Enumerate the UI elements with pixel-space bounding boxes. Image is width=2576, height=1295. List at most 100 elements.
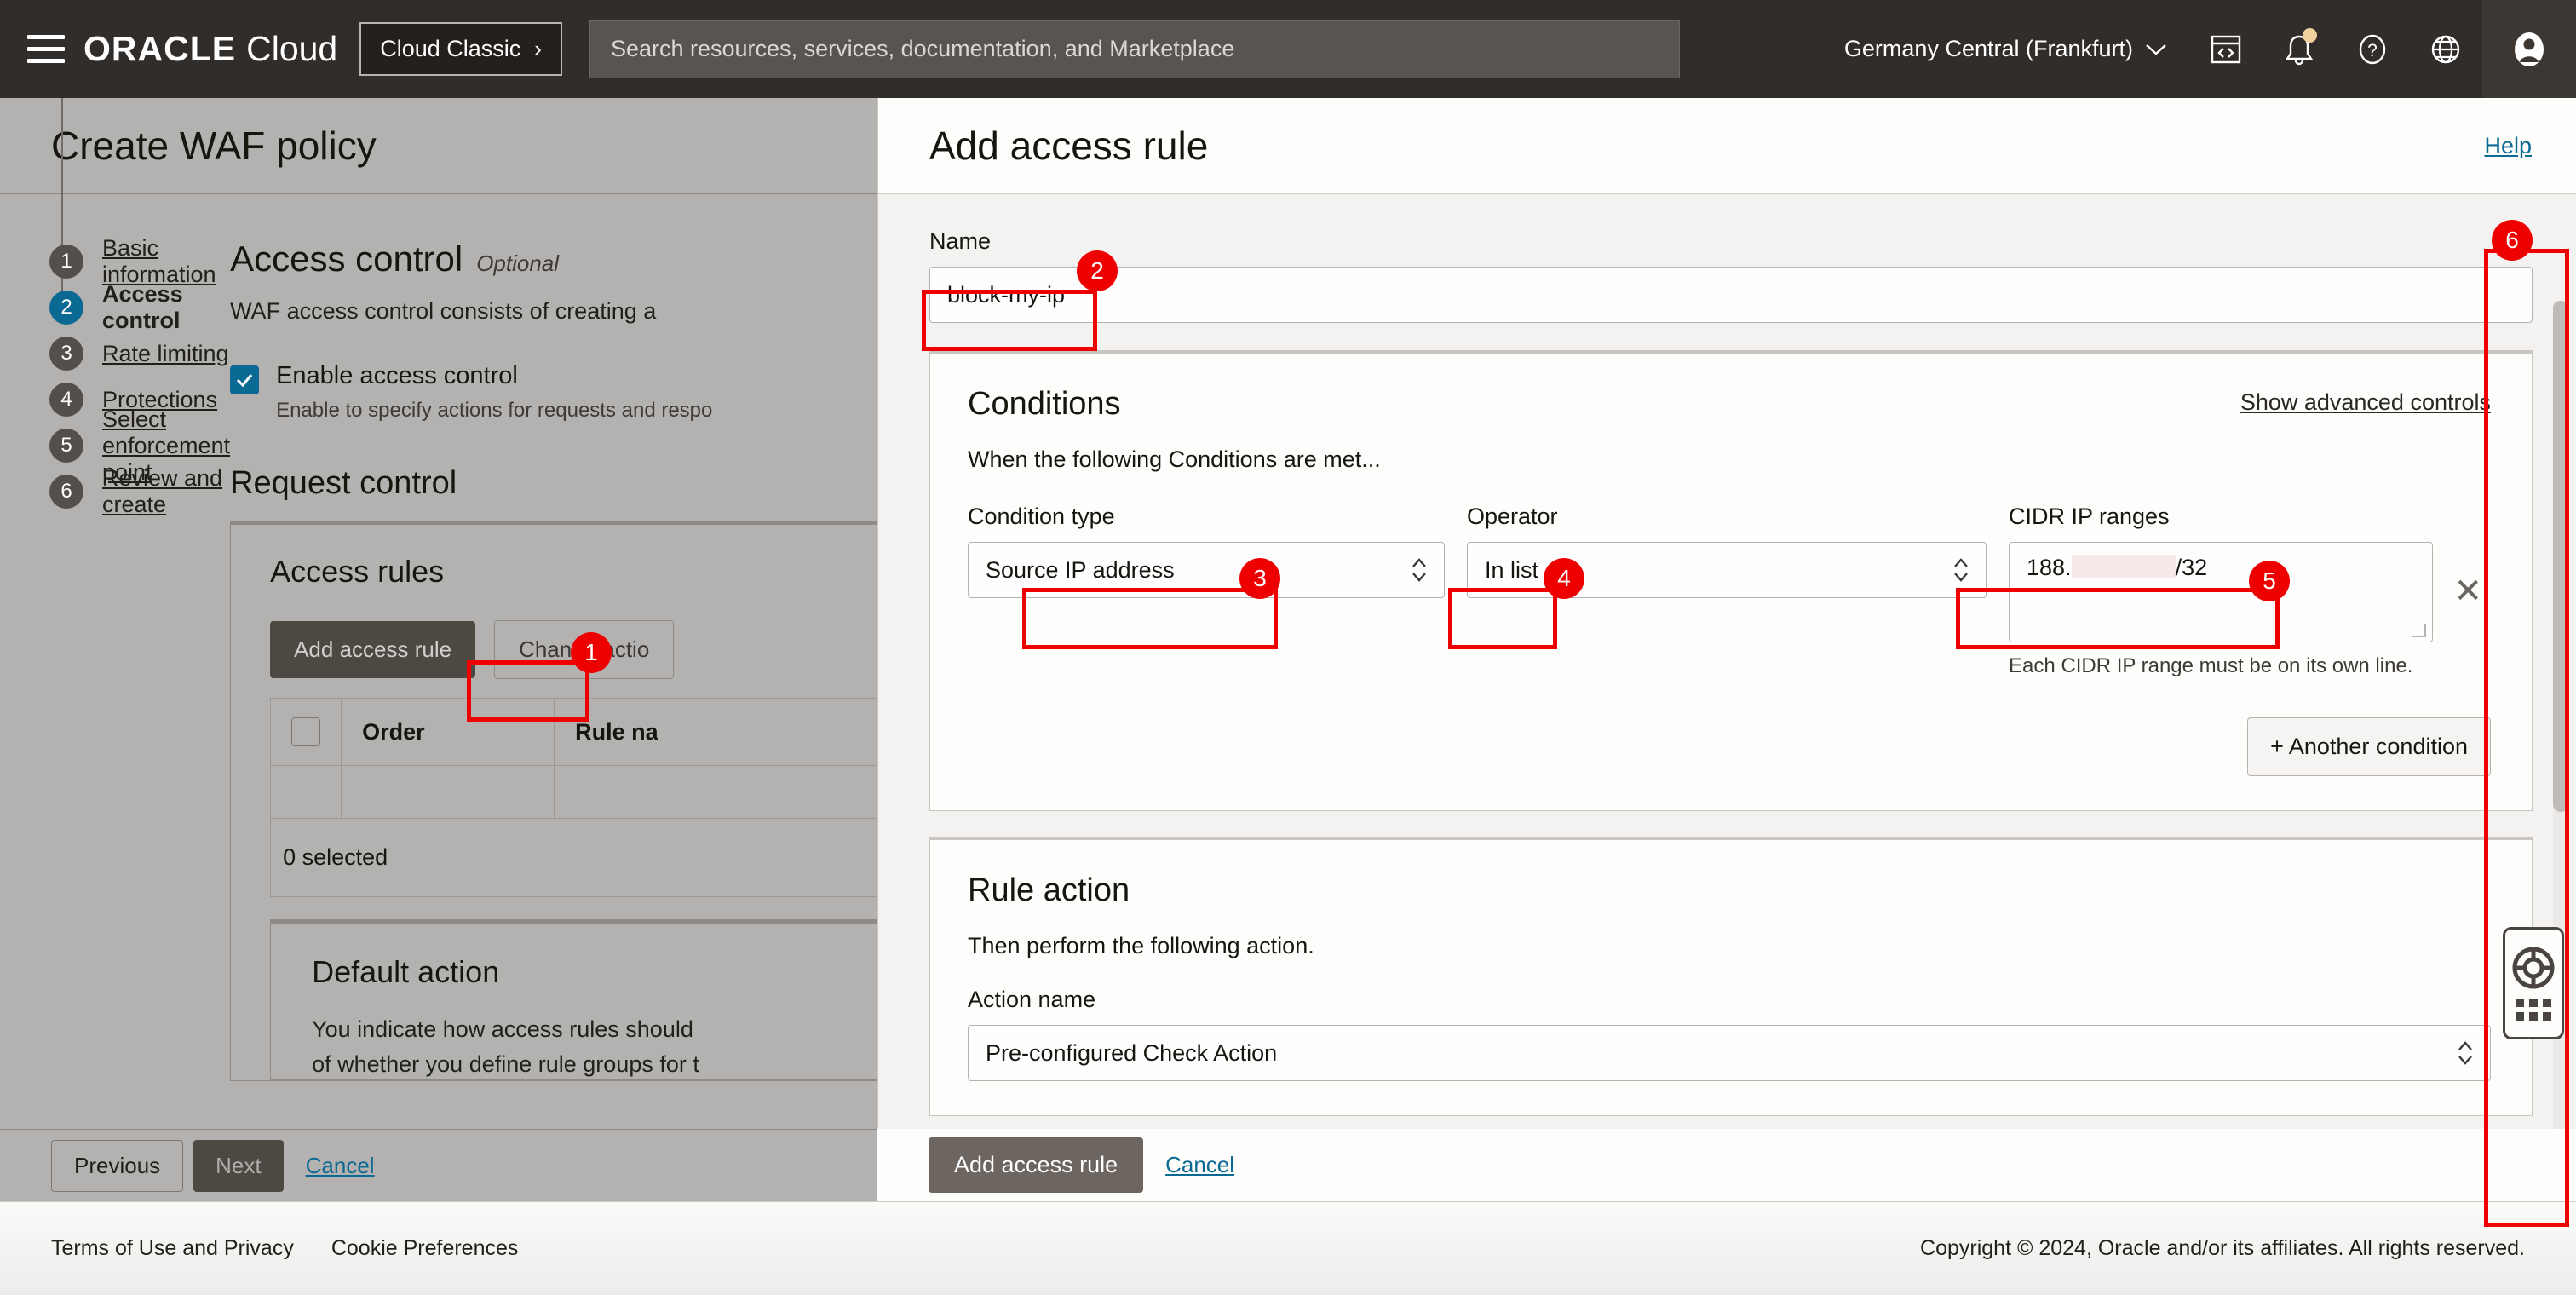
page-header: Create WAF policy [0,98,877,194]
select-all-header [270,698,342,767]
user-avatar-icon[interactable] [2482,0,2576,98]
operator-value: In list [1485,556,1539,583]
annotation-badge-4: 4 [1544,558,1584,599]
help-question-icon[interactable]: ? [2336,0,2409,98]
next-button[interactable]: Next [193,1139,284,1192]
annotation-badge-1: 1 [571,632,612,673]
region-selector[interactable]: Germany Central (Frankfurt) [1822,36,2189,62]
oracle-wordmark: ORACLE [83,29,237,68]
wizard-action-bar: Previous Next Cancel [0,1129,877,1201]
cidr-prefix: 188. [2027,555,2072,580]
rule-action-title: Rule action [968,872,1130,908]
annotation-badge-6: 6 [2492,220,2533,261]
step-label-basic-information[interactable]: Basic information [102,235,230,288]
step-number-4: 4 [49,383,83,417]
add-access-rule-dialog: Add access rule Help Name Conditions Sho… [877,98,2576,1295]
terms-link[interactable]: Terms of Use and Privacy [51,1236,294,1261]
submit-add-access-rule-button[interactable]: Add access rule [929,1137,1144,1193]
region-label: Germany Central (Frankfurt) [1843,36,2133,61]
redacted-ip-block [2071,555,2176,578]
operator-label: Operator [1467,504,1558,529]
condition-type-group: Condition type Source IP address [968,504,1445,598]
another-condition-row: + Another condition [968,717,2491,776]
cookie-preferences-link[interactable]: Cookie Preferences [331,1236,519,1261]
svg-text:?: ? [2367,41,2378,60]
step-label-review-and-create[interactable]: Review and create [102,465,230,518]
cidr-ip-ranges-label: CIDR IP ranges [2009,504,2170,529]
hamburger-menu-icon[interactable] [27,29,68,70]
name-label: Name [929,228,992,254]
page-title: Create WAF policy [51,124,377,168]
drag-handle-dots-icon[interactable] [2516,999,2551,1021]
wizard-body: 1 Basic information 2 Access control 3 R… [0,98,1124,1081]
scrollbar-thumb[interactable] [2553,301,2568,812]
sidebar-item-review-and-create[interactable]: 6 Review and create [49,465,230,517]
annotation-badge-2: 2 [1077,250,1118,291]
cidr-ip-ranges-textarea[interactable]: 188. /32 [2009,542,2434,642]
previous-button[interactable]: Previous [51,1139,184,1192]
step-number-3: 3 [49,337,83,371]
column-order: Order [341,698,555,767]
help-link[interactable]: Help [2484,133,2532,159]
rule-action-card: Rule action Then perform the following a… [929,837,2533,1116]
sidebar-item-select-enforcement-point[interactable]: 5 Select enforcement point [49,406,230,485]
step-label-access-control: Access control [102,281,183,333]
dialog-action-bar: Add access rule Cancel [877,1129,2576,1201]
sidebar-item-rate-limiting[interactable]: 3 Rate limiting [49,331,230,377]
language-globe-icon[interactable] [2409,0,2482,98]
cidr-suffix: /32 [2175,555,2208,580]
notifications-bell-icon[interactable] [2263,0,2336,98]
resize-handle[interactable] [2412,624,2427,637]
cloud-classic-button[interactable]: Cloud Classic › [359,22,562,76]
annotation-badge-3: 3 [1239,558,1280,599]
step-label-rate-limiting[interactable]: Rate limiting [102,341,229,367]
dialog-body: Name Conditions Show advanced controls W… [878,194,2576,1225]
nav-icon-group: ? [2189,0,2576,98]
section-title: Access control [230,239,463,279]
enable-access-control-checkbox[interactable] [230,365,260,395]
enable-access-control-help: Enable to specify actions for requests a… [276,399,713,423]
condition-type-select[interactable]: Source IP address [968,542,1445,598]
rule-action-subtitle: Then perform the following action. [968,933,1314,958]
support-widget[interactable] [2503,927,2564,1039]
sidebar-item-access-control[interactable]: 2 Access control [49,281,230,333]
notification-badge-dot [2303,28,2317,43]
global-search-bar[interactable] [589,20,1680,78]
cloud-wordmark: Cloud [246,29,338,68]
oracle-cloud-logo[interactable]: ORACLE Cloud [83,29,337,69]
add-access-rule-button[interactable]: Add access rule [270,621,476,679]
sidebar-item-basic-information[interactable]: 1 Basic information [49,235,230,287]
spinner-arrows-icon [1410,555,1429,584]
another-condition-button[interactable]: + Another condition [2247,717,2491,776]
code-editor-icon[interactable] [2189,0,2263,98]
close-x-icon[interactable]: ✕ [2445,574,2491,608]
step-number-5: 5 [49,429,83,463]
show-advanced-controls-link[interactable]: Show advanced controls [2240,389,2491,416]
condition-type-value: Source IP address [986,556,1175,583]
copyright-text: Copyright © 2024, Oracle and/or its affi… [1920,1236,2525,1260]
checkmark-icon [237,374,253,388]
dialog-header: Add access rule Help [878,98,2576,194]
wizard-cancel-link[interactable]: Cancel [306,1153,375,1179]
dialog-title: Add access rule [929,124,1209,168]
step-number-1: 1 [49,245,83,279]
right-scrollbar[interactable] [2553,301,2568,1225]
spinner-arrows-icon [1952,555,1970,584]
create-waf-policy-page: Create WAF policy 1 Basic information 2 … [0,98,1124,1295]
select-all-checkbox[interactable] [291,717,321,747]
action-name-select[interactable]: Pre-configured Check Action [968,1025,2491,1081]
top-navigation-bar: ORACLE Cloud Cloud Classic › Germany Cen… [0,0,2576,98]
spinner-arrows-icon [2456,1039,2475,1068]
conditions-card: Conditions Show advanced controls When t… [929,350,2533,811]
action-name-label: Action name [968,987,1096,1012]
name-field-group: Name [929,228,2533,323]
cidr-group: CIDR IP ranges 188. /32 Each CIDR IP rang… [2009,504,2491,678]
search-input[interactable] [610,36,1659,62]
name-input[interactable] [929,267,2533,323]
conditions-subtitle: When the following Conditions are met... [968,446,1381,472]
dialog-cancel-link[interactable]: Cancel [1165,1152,1234,1178]
action-name-value: Pre-configured Check Action [986,1039,1278,1066]
chevron-right-icon: › [534,36,542,61]
action-name-group: Action name Pre-configured Check Action [968,987,2491,1081]
cidr-help-text: Each CIDR IP range must be on its own li… [2009,654,2413,677]
